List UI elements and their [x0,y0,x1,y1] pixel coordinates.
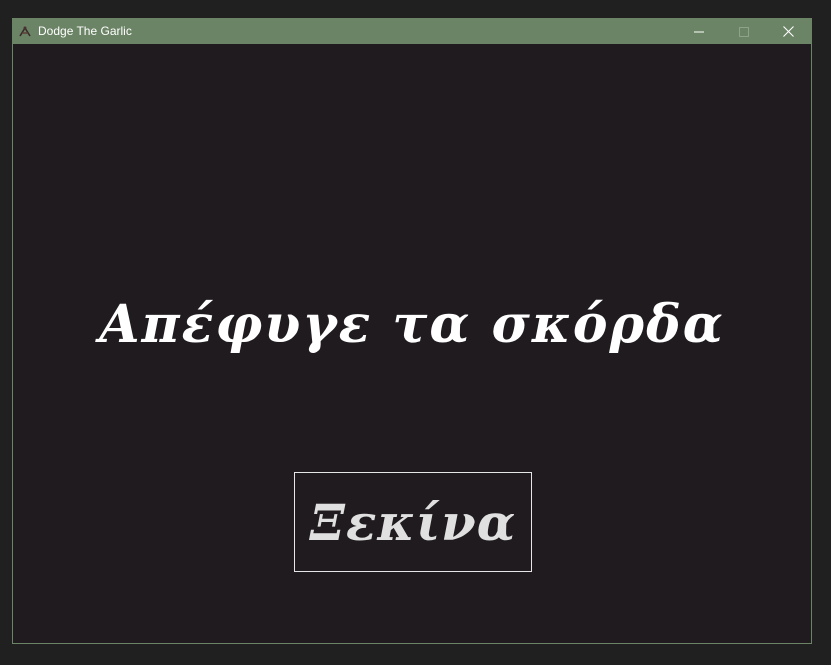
window-controls [676,19,811,44]
close-icon [783,26,794,37]
app-window: Dodge The Garlic Απέφυγε τα σκόρδα Ξεκίν… [12,18,812,644]
game-canvas[interactable]: Απέφυγε τα σκόρδα Ξεκίνα [13,44,811,643]
game-title: Απέφυγε τα σκόρδα [99,294,725,355]
maximize-icon [738,26,749,37]
minimize-icon [693,31,704,32]
start-button-label: Ξεκίνα [309,492,517,552]
close-button[interactable] [766,19,811,44]
window-title: Dodge The Garlic [38,24,132,38]
maximize-button[interactable] [721,19,766,44]
title-bar[interactable]: Dodge The Garlic [13,19,811,44]
start-button[interactable]: Ξεκίνα [294,472,532,572]
garlic-icon [17,24,33,40]
minimize-button[interactable] [676,19,721,44]
